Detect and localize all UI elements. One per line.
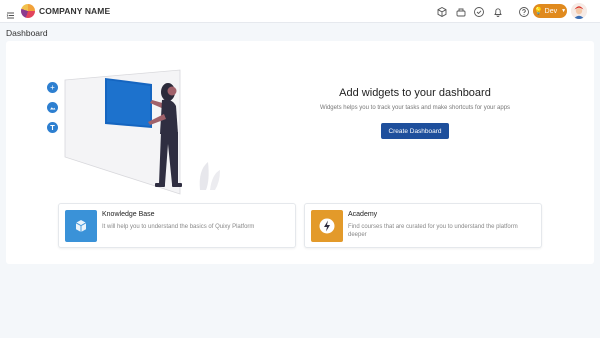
boxes-icon[interactable] bbox=[455, 5, 467, 17]
check-circle-icon[interactable] bbox=[473, 5, 485, 17]
lightning-icon bbox=[311, 210, 343, 242]
top-bar: COMPANY NAME 💡 Dev ▼ bbox=[0, 0, 600, 23]
image-icon[interactable] bbox=[47, 102, 58, 113]
bulb-icon: 💡 bbox=[533, 8, 543, 15]
dashboard-illustration bbox=[60, 62, 230, 197]
company-name: COMPANY NAME bbox=[39, 6, 111, 16]
hero-title: Add widgets to your dashboard bbox=[339, 87, 491, 99]
academy-card[interactable]: Academy Find courses that are curated fo… bbox=[304, 203, 542, 248]
card-title: Academy bbox=[348, 211, 378, 218]
chevron-down-icon: ▼ bbox=[561, 8, 567, 14]
help-icon[interactable] bbox=[518, 5, 530, 17]
avatar[interactable] bbox=[571, 3, 587, 19]
card-description: It will help you to understand the basic… bbox=[102, 224, 255, 230]
company-logo bbox=[21, 4, 35, 18]
cube-icon[interactable] bbox=[436, 5, 448, 18]
card-title: Knowledge Base bbox=[102, 211, 155, 218]
menu-icon[interactable] bbox=[6, 7, 15, 19]
card-description: Find courses that are curated for you to… bbox=[348, 224, 518, 238]
create-dashboard-button[interactable]: Create Dashboard bbox=[381, 123, 449, 139]
text-icon[interactable] bbox=[47, 122, 58, 133]
page-title: Dashboard bbox=[6, 28, 48, 38]
bell-icon[interactable] bbox=[492, 5, 504, 17]
cube-icon bbox=[65, 210, 97, 242]
environment-label: Dev bbox=[544, 7, 558, 15]
environment-selector[interactable]: 💡 Dev ▼ bbox=[533, 4, 567, 18]
add-icon[interactable]: + bbox=[47, 82, 58, 93]
hero-subtitle: Widgets helps you to track your tasks an… bbox=[319, 105, 511, 111]
knowledge-base-card[interactable]: Knowledge Base It will help you to under… bbox=[58, 203, 296, 248]
